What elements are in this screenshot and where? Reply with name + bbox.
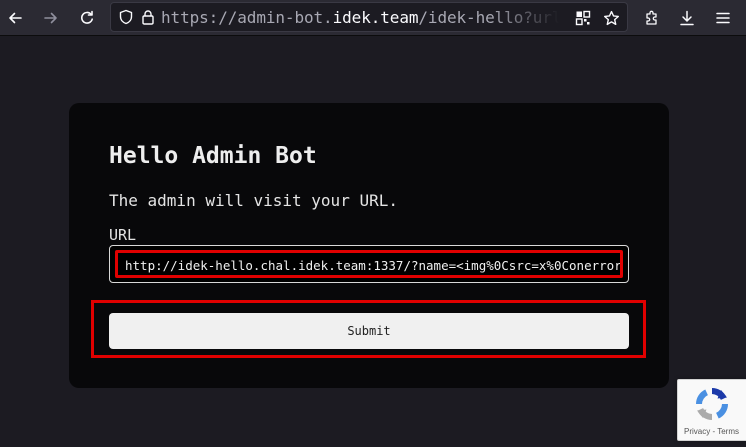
recaptcha-links: Privacy - Terms <box>684 427 739 436</box>
shield-icon[interactable] <box>115 3 137 31</box>
url-fade <box>491 3 571 31</box>
qr-code-icon[interactable] <box>569 4 597 31</box>
star-icon[interactable] <box>597 4 625 31</box>
address-bar[interactable]: https://admin-bot.idek.team/idek-hello?u… <box>110 2 628 32</box>
url-host-prefix: https://admin-bot. <box>161 7 333 27</box>
privacy-link[interactable]: Privacy <box>684 427 710 436</box>
page-subtitle: The admin will visit your URL. <box>109 191 398 210</box>
recaptcha-badge[interactable]: Privacy - Terms <box>677 379 746 441</box>
puzzle-icon <box>646 10 657 25</box>
url-field-label: URL <box>109 226 137 244</box>
download-icon <box>680 10 694 26</box>
forward-button[interactable] <box>38 5 64 31</box>
menu-button[interactable] <box>710 5 736 31</box>
back-button[interactable] <box>2 5 28 31</box>
url-input-value: http://idek-hello.chal.idek.team:1337/?n… <box>125 258 623 273</box>
lock-icon[interactable] <box>137 3 159 31</box>
admin-bot-card: Hello Admin Bot The admin will visit you… <box>69 103 669 388</box>
downloads-button[interactable] <box>674 5 700 31</box>
url-input[interactable]: http://idek-hello.chal.idek.team:1337/?n… <box>109 245 629 283</box>
arrow-left-icon <box>9 12 22 24</box>
recaptcha-icon <box>696 388 728 420</box>
submit-button[interactable]: Submit <box>109 313 629 349</box>
page-title: Hello Admin Bot <box>109 143 317 169</box>
reload-button[interactable] <box>74 5 100 31</box>
hamburger-menu-icon <box>716 12 730 24</box>
url-input-highlight: http://idek-hello.chal.idek.team:1337/?n… <box>115 250 623 278</box>
terms-link[interactable]: Terms <box>717 427 739 436</box>
browser-toolbar: https://admin-bot.idek.team/idek-hello?u… <box>0 0 746 36</box>
extensions-button[interactable] <box>639 5 665 31</box>
url-host-domain: idek.team <box>332 7 419 27</box>
reload-icon <box>81 10 93 24</box>
arrow-right-icon <box>44 12 57 24</box>
